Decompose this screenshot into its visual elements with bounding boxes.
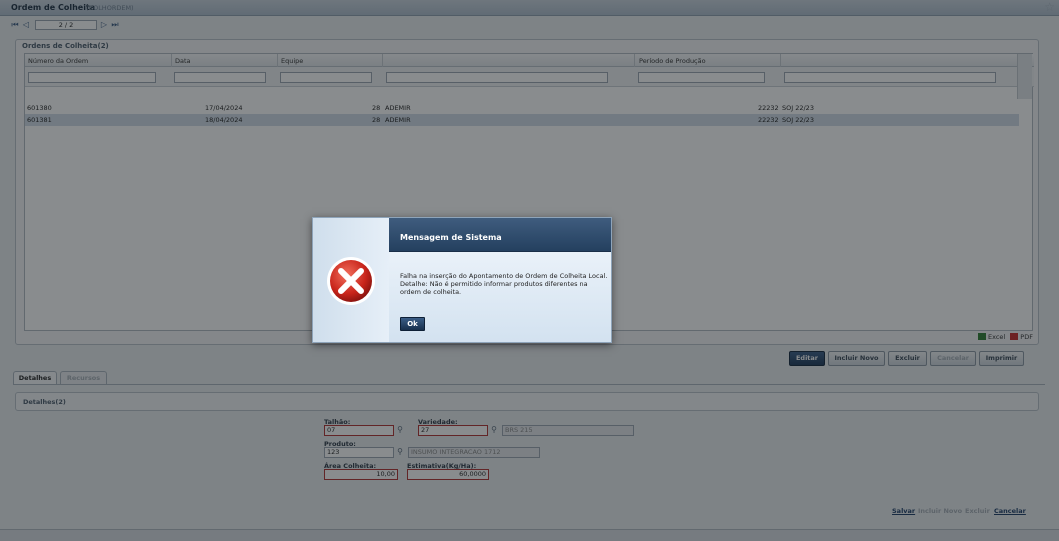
dialog-header: Mensagem de Sistema — [389, 218, 611, 252]
error-icon — [327, 257, 375, 305]
system-message-dialog: Mensagem de Sistema Falha na inserção do… — [312, 217, 612, 343]
dialog-message: Falha na inserção do Apontamento de Orde… — [400, 272, 608, 296]
dialog-title: Mensagem de Sistema — [400, 233, 502, 242]
ok-button[interactable]: Ok — [400, 317, 425, 331]
